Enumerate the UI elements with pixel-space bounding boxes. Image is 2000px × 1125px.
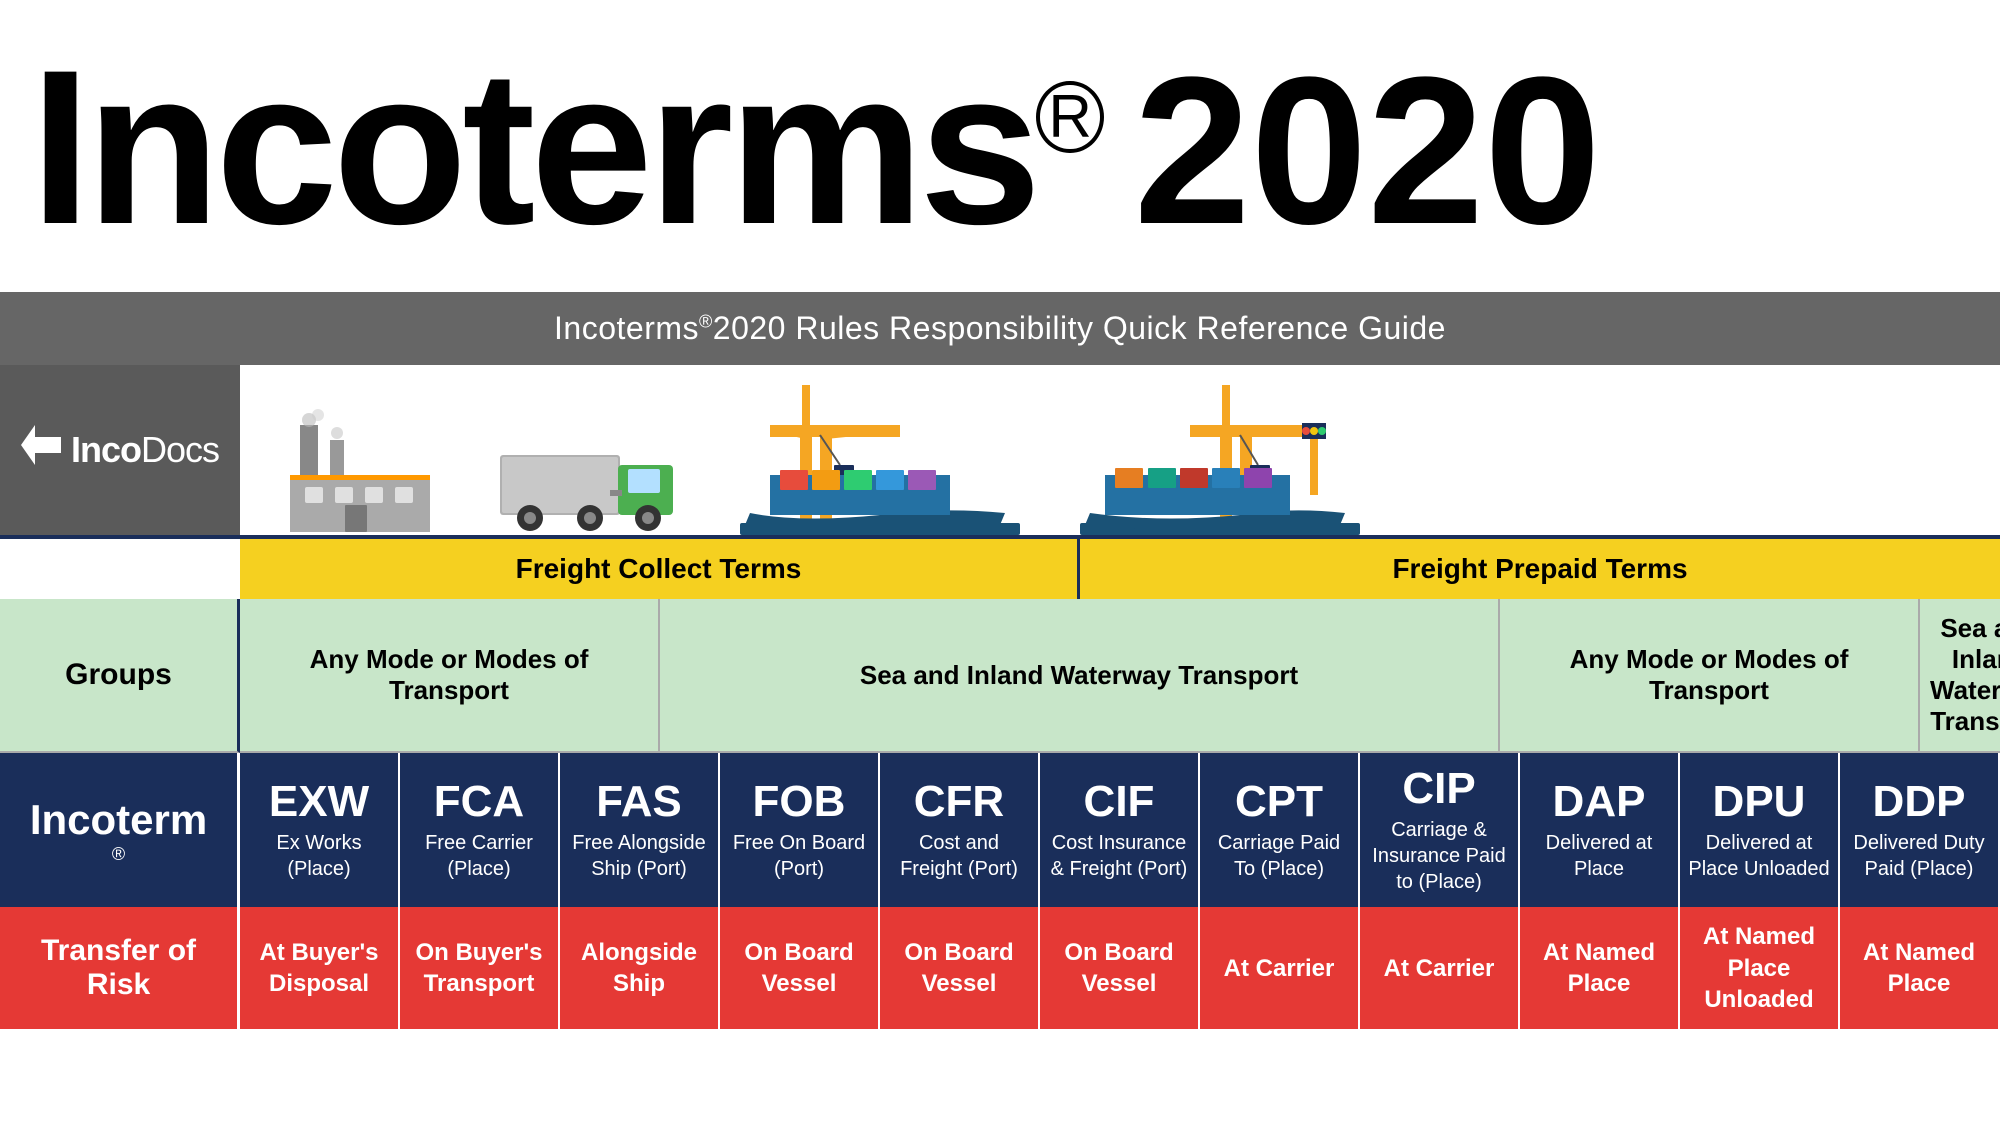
- incoterm-code-fob: FOB: [753, 778, 846, 826]
- title-main: Incoterms: [30, 37, 1036, 257]
- incoterm-code-ddp: DDP: [1873, 778, 1966, 826]
- incoterm-name-exw: Ex Works (Place): [246, 830, 392, 882]
- incoterm-name-fob: Free On Board (Port): [726, 830, 872, 882]
- incoterm-code-dap: DAP: [1553, 778, 1646, 826]
- incoterm-label-cell: Incoterm ®: [0, 753, 240, 907]
- factory-illustration: [280, 405, 440, 535]
- risk-cols: At Buyer's DisposalOn Buyer's TransportA…: [240, 907, 2000, 1029]
- risk-label: Transfer of Risk: [10, 934, 227, 1002]
- incoterm-code-exw: EXW: [269, 778, 369, 826]
- incoterm-label-reg: ®: [112, 844, 125, 865]
- risk-row: Transfer of Risk At Buyer's DisposalOn B…: [0, 907, 2000, 1029]
- incoterm-row: Incoterm ® EXW Ex Works (Place) FCA Free…: [0, 753, 2000, 907]
- port2-illustration: [1080, 375, 1360, 535]
- risk-col-3: On Board Vessel: [720, 907, 880, 1029]
- incoterm-code-cpt: CPT: [1235, 778, 1323, 826]
- incoterm-col-ddp: DDP Delivered Duty Paid (Place): [1840, 753, 2000, 907]
- incoterm-code-fca: FCA: [434, 778, 524, 826]
- incoterm-code-fas: FAS: [596, 778, 682, 826]
- incoterm-name-dap: Delivered at Place: [1526, 830, 1672, 882]
- logo-box: IncoDocs: [0, 365, 240, 535]
- incoterm-col-dap: DAP Delivered at Place: [1520, 753, 1680, 907]
- incoterm-label: Incoterm: [30, 796, 207, 844]
- freight-spacer: [0, 539, 240, 599]
- incoterm-col-fas: FAS Free Alongside Ship (Port): [560, 753, 720, 907]
- title-section: IncotermsR 2020: [0, 0, 2000, 292]
- group-any-mode: Any Mode or Modes of Transport: [240, 599, 660, 753]
- risk-col-1: On Buyer's Transport: [400, 907, 560, 1029]
- incoterm-col-exw: EXW Ex Works (Place): [240, 753, 400, 907]
- illustration-area: [240, 365, 2000, 535]
- groups-label: Groups: [65, 658, 172, 692]
- risk-col-0: At Buyer's Disposal: [240, 907, 400, 1029]
- banner-text: Incoterms®2020 Rules Responsibility Quic…: [554, 310, 1446, 346]
- incodocs-icon: [21, 425, 61, 475]
- logo-inner: IncoDocs: [21, 425, 219, 475]
- incoterm-name-cif: Cost Insurance & Freight (Port): [1046, 830, 1192, 882]
- incoterm-col-cip: CIP Carriage & Insurance Paid to (Place): [1360, 753, 1520, 907]
- incoterm-code-cfr: CFR: [914, 778, 1004, 826]
- incoterm-name-cip: Carriage & Insurance Paid to (Place): [1366, 817, 1512, 895]
- group-sea-inland: Sea and Inland Waterway Transport: [660, 599, 1500, 753]
- incoterm-name-dpu: Delivered at Place Unloaded: [1686, 830, 1832, 882]
- incoterm-name-fas: Free Alongside Ship (Port): [566, 830, 712, 882]
- logo-text: IncoDocs: [71, 429, 219, 471]
- freight-collect-box: Freight Collect Terms: [240, 539, 1080, 599]
- port1-illustration: [740, 375, 1020, 535]
- bottom-row: [0, 1029, 2000, 1069]
- group-sea-inland2: Sea and Inland Waterway Transport: [1920, 599, 2000, 753]
- incoterm-code-cip: CIP: [1402, 765, 1475, 813]
- incoterm-col-cfr: CFR Cost and Freight (Port): [880, 753, 1040, 907]
- gray-banner: Incoterms®2020 Rules Responsibility Quic…: [0, 292, 2000, 365]
- title-year: 2020: [1134, 30, 1601, 272]
- groups-label-cell: Groups: [0, 599, 240, 753]
- incoterm-name-cpt: Carriage Paid To (Place): [1206, 830, 1352, 882]
- risk-col-6: At Carrier: [1200, 907, 1360, 1029]
- incoterm-col-cif: CIF Cost Insurance & Freight (Port): [1040, 753, 1200, 907]
- risk-col-10: At Named Place: [1840, 907, 2000, 1029]
- risk-label-cell: Transfer of Risk: [0, 907, 240, 1029]
- risk-col-9: At Named Place Unloaded: [1680, 907, 1840, 1029]
- risk-col-8: At Named Place: [1520, 907, 1680, 1029]
- truck-illustration: [500, 435, 680, 535]
- incoterm-col-dpu: DPU Delivered at Place Unloaded: [1680, 753, 1840, 907]
- incoterm-col-fca: FCA Free Carrier (Place): [400, 753, 560, 907]
- incoterm-cols: EXW Ex Works (Place) FCA Free Carrier (P…: [240, 753, 2000, 907]
- incoterm-name-cfr: Cost and Freight (Port): [886, 830, 1032, 882]
- freight-row: Freight Collect Terms Freight Prepaid Te…: [0, 539, 2000, 599]
- logo-illustration-row: IncoDocs: [0, 365, 2000, 539]
- group-any-mode2: Any Mode or Modes of Transport: [1500, 599, 1920, 753]
- incoterm-code-dpu: DPU: [1713, 778, 1806, 826]
- logo-inco: Inco: [71, 429, 141, 470]
- risk-col-4: On Board Vessel: [880, 907, 1040, 1029]
- freight-prepaid-box: Freight Prepaid Terms: [1080, 539, 2000, 599]
- risk-col-5: On Board Vessel: [1040, 907, 1200, 1029]
- groups-row: Groups Any Mode or Modes of Transport Se…: [0, 599, 2000, 753]
- incoterm-code-cif: CIF: [1084, 778, 1155, 826]
- incoterm-col-fob: FOB Free On Board (Port): [720, 753, 880, 907]
- incoterm-name-ddp: Delivered Duty Paid (Place): [1846, 830, 1992, 882]
- incoterm-name-fca: Free Carrier (Place): [406, 830, 552, 882]
- incoterm-col-cpt: CPT Carriage Paid To (Place): [1200, 753, 1360, 907]
- registered-mark: R: [1036, 81, 1103, 153]
- risk-col-2: Alongside Ship: [560, 907, 720, 1029]
- logo-docs: Docs: [141, 429, 219, 470]
- risk-col-7: At Carrier: [1360, 907, 1520, 1029]
